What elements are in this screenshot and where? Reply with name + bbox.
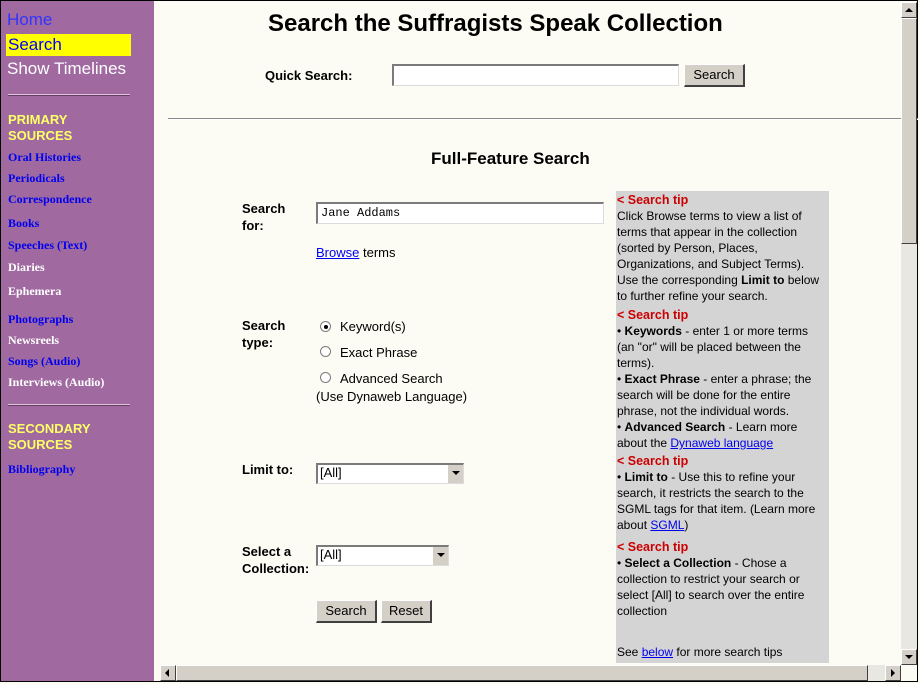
sidebar-link-periodicals[interactable]: Periodicals bbox=[8, 171, 65, 185]
reset-button[interactable]: Reset bbox=[381, 600, 432, 623]
tip-text: for more search tips bbox=[673, 645, 783, 659]
search-tip-limit: < Search tip • Limit to - Use this to re… bbox=[617, 453, 827, 533]
search-tip-browse: < Search tip Click Browse terms to view … bbox=[617, 192, 827, 304]
search-tip-heading: < Search tip bbox=[617, 308, 689, 322]
sidebar-link-interviews-audio[interactable]: Interviews (Audio) bbox=[8, 375, 104, 389]
search-tips-panel: < Search tip Click Browse terms to view … bbox=[616, 191, 829, 663]
select-collection-label: Select a Collection: bbox=[242, 544, 310, 576]
dynaweb-note: (Use Dynaweb Language) bbox=[316, 389, 468, 404]
full-feature-search-heading: Full-Feature Search bbox=[431, 149, 590, 168]
limit-to-label: Limit to: bbox=[242, 462, 294, 477]
quick-search-button[interactable]: Search bbox=[684, 64, 745, 87]
search-tip-search-type: < Search tip • Keywords - enter 1 or mor… bbox=[617, 307, 827, 451]
more-tips-note: See below for more search tips bbox=[617, 644, 827, 660]
sidebar-link-correspondence[interactable]: Correspondence bbox=[8, 192, 92, 206]
vertical-scroll-thumb[interactable] bbox=[901, 18, 917, 244]
search-button[interactable]: Search bbox=[316, 600, 377, 623]
scroll-right-arrow-icon[interactable] bbox=[885, 665, 901, 681]
radio-advanced-search-label: Advanced Search bbox=[340, 371, 443, 386]
chevron-down-icon bbox=[432, 547, 448, 565]
tip-bold: Exact Phrase bbox=[624, 372, 700, 386]
tip-bold: Advanced Search bbox=[624, 420, 726, 434]
sidebar-heading-secondary-sources: SECONDARY SOURCES bbox=[8, 421, 91, 452]
search-tip-heading: < Search tip bbox=[617, 193, 689, 207]
collection-value: [All] bbox=[320, 547, 342, 562]
quick-search-label: Quick Search: bbox=[265, 68, 353, 83]
sidebar-link-books[interactable]: Books bbox=[8, 216, 39, 230]
scroll-left-arrow-icon[interactable] bbox=[160, 665, 176, 681]
sidebar-link-newsreels[interactable]: Newsreels bbox=[8, 333, 59, 347]
sidebar-divider bbox=[8, 404, 130, 406]
limit-to-value: [All] bbox=[320, 465, 342, 480]
search-for-input[interactable]: Jane Addams bbox=[316, 202, 604, 224]
sidebar-link-search[interactable]: Search bbox=[6, 34, 131, 56]
search-for-label: Search for: bbox=[242, 201, 286, 233]
search-tip-heading: < Search tip bbox=[617, 454, 689, 468]
sidebar-link-speeches-text[interactable]: Speeches (Text) bbox=[8, 238, 87, 252]
tip-bold: Select a Collection bbox=[624, 556, 732, 570]
sidebar-link-bibliography[interactable]: Bibliography bbox=[8, 462, 75, 476]
radio-advanced-search[interactable] bbox=[320, 372, 331, 383]
vertical-scrollbar[interactable] bbox=[901, 2, 917, 665]
sidebar-link-show-timelines[interactable]: Show Timelines bbox=[7, 59, 126, 79]
section-divider bbox=[168, 118, 918, 120]
collection-select[interactable]: [All] bbox=[316, 545, 449, 566]
sidebar-link-diaries[interactable]: Diaries bbox=[8, 260, 45, 274]
sidebar-link-oral-histories[interactable]: Oral Histories bbox=[8, 150, 81, 164]
below-link[interactable]: below bbox=[642, 645, 673, 659]
radio-keywords-label: Keyword(s) bbox=[340, 319, 406, 334]
tip-bold: Limit to bbox=[624, 470, 668, 484]
search-for-value: Jane Addams bbox=[321, 206, 401, 220]
page-title: Search the Suffragists Speak Collection bbox=[268, 10, 723, 37]
sidebar-link-ephemera[interactable]: Ephemera bbox=[8, 284, 61, 298]
search-tip-collection: < Search tip • Select a Collection - Cho… bbox=[617, 539, 827, 619]
limit-to-select[interactable]: [All] bbox=[316, 463, 464, 484]
horizontal-scrollbar[interactable] bbox=[160, 665, 901, 681]
sidebar-nav: Home Search Show Timelines PRIMARY SOURC… bbox=[1, 1, 154, 681]
sidebar-link-photographs[interactable]: Photographs bbox=[8, 312, 73, 326]
sidebar-link-home[interactable]: Home bbox=[7, 10, 52, 30]
tip-bold: Keywords bbox=[624, 324, 682, 338]
sidebar-link-songs-audio[interactable]: Songs (Audio) bbox=[8, 354, 80, 368]
radio-keywords[interactable] bbox=[320, 321, 331, 332]
sidebar-heading-primary-sources: PRIMARY SOURCES bbox=[8, 112, 73, 143]
sgml-link[interactable]: SGML bbox=[650, 518, 684, 532]
scroll-up-arrow-icon[interactable] bbox=[901, 2, 917, 18]
search-type-label: Search type: bbox=[242, 318, 286, 350]
radio-exact-phrase[interactable] bbox=[320, 346, 331, 357]
tip-bold: Limit to bbox=[741, 273, 785, 287]
quick-search-input[interactable] bbox=[392, 64, 679, 86]
horizontal-scroll-thumb[interactable] bbox=[176, 665, 868, 681]
search-tip-heading: < Search tip bbox=[617, 540, 689, 554]
tip-text: ) bbox=[684, 518, 689, 532]
radio-exact-phrase-label: Exact Phrase bbox=[340, 345, 418, 360]
sidebar-divider bbox=[8, 94, 130, 96]
chevron-down-icon bbox=[447, 465, 463, 483]
tip-text: See bbox=[617, 645, 642, 659]
dynaweb-language-link[interactable]: Dynaweb language bbox=[670, 436, 773, 450]
scroll-down-arrow-icon[interactable] bbox=[901, 649, 917, 665]
browse-terms-suffix: terms bbox=[359, 245, 396, 260]
browse-terms-link[interactable]: Browse bbox=[316, 245, 359, 260]
